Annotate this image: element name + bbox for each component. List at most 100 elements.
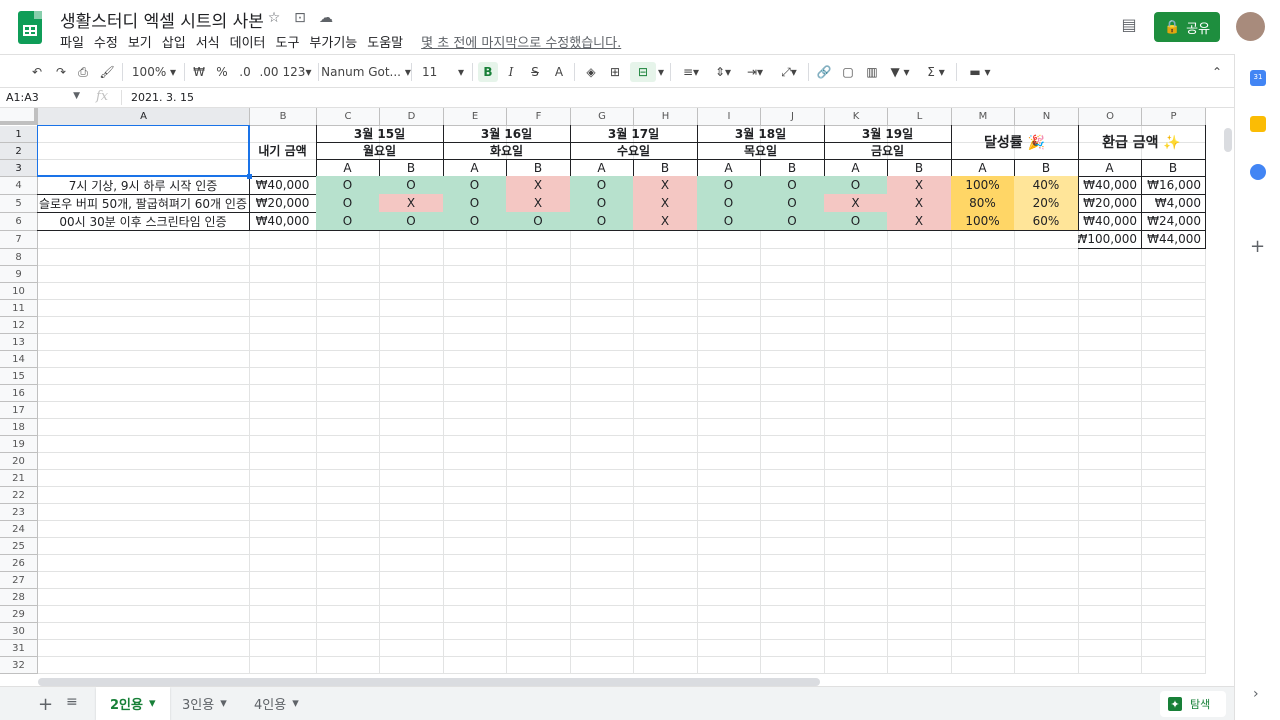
calendar-icon[interactable] [1250,70,1266,86]
rate-b[interactable]: 20% [1014,194,1079,213]
currency-format-button[interactable]: ₩ [190,62,208,82]
row-header[interactable]: 1 [0,126,38,143]
column-header[interactable]: C [317,108,380,126]
check-mark[interactable]: X [887,194,952,213]
zoom-select[interactable]: 100% ▾ [130,62,178,82]
check-mark[interactable]: O [697,194,761,213]
row-header[interactable]: 2 [0,143,38,160]
person-b-header[interactable]: B [887,159,952,177]
refund-header[interactable]: 환급 금액 ✨ [1078,125,1206,160]
person-a-header[interactable]: A [316,159,380,177]
check-mark[interactable]: O [443,176,507,195]
date-header[interactable]: 3월 17일 [570,125,698,143]
name-box-caret-icon[interactable]: ▼ [73,91,80,101]
row-header[interactable]: 10 [0,283,38,300]
insert-chart-icon[interactable]: ▥ [863,62,881,82]
row-header[interactable]: 18 [0,419,38,436]
column-header[interactable]: N [1015,108,1079,126]
check-mark[interactable]: O [760,176,825,195]
name-box[interactable]: A1:A3 ▼ [0,88,86,107]
selection-fill-handle[interactable] [247,174,252,179]
person-a-header[interactable]: A [951,159,1015,177]
sheet-tab-caret-icon[interactable]: ▾ [292,696,299,711]
date-header[interactable]: 3월 18일 [697,125,825,143]
decrease-decimal-button[interactable]: .0 [236,62,254,82]
menu-view[interactable]: 보기 [128,32,152,51]
check-mark[interactable]: O [760,212,825,231]
font-select[interactable]: Nanum Got... ▾ [321,62,411,82]
total-refund-b[interactable]: ₩44,000 [1141,230,1206,249]
sheet-tab-4[interactable]: 4인용 ▾ [240,687,313,720]
check-mark[interactable]: X [633,194,698,213]
rate-b[interactable]: 40% [1014,176,1079,195]
date-header[interactable]: 3월 15일 [316,125,444,143]
sheet-tab-2[interactable]: 2인용 ▾ [96,687,170,720]
check-mark[interactable]: X [633,176,698,195]
move-to-folder-icon[interactable]: ⊡ [292,10,308,26]
row-header[interactable]: 28 [0,589,38,606]
date-header[interactable]: 3월 19일 [824,125,952,143]
person-a-header[interactable]: A [697,159,761,177]
fill-color-icon[interactable]: ◈ [582,62,600,82]
spreadsheet-grid[interactable]: ABCDEFGHIJKLMNOP 1 2 3 4 5 6 7 8 9 10 11 12 13 14 15 16… [0,108,1234,676]
bet-amount[interactable]: ₩40,000 [249,212,317,231]
rate-b[interactable]: 60% [1014,212,1079,231]
column-header[interactable]: H [634,108,698,126]
row-header[interactable]: 12 [0,317,38,334]
column-header[interactable]: B [250,108,317,126]
person-b-header[interactable]: B [1014,159,1079,177]
text-color-button[interactable]: A [550,62,568,82]
person-a-header[interactable]: A [1078,159,1142,177]
avatar[interactable] [1236,12,1265,41]
menu-tools[interactable]: 도구 [276,32,300,51]
vertical-scrollbar[interactable] [1224,128,1232,152]
row-header[interactable]: 13 [0,334,38,351]
column-header[interactable]: E [444,108,507,126]
collapse-menu-icon[interactable]: ⌃ [1208,62,1226,82]
check-mark[interactable]: O [570,194,634,213]
row-header[interactable]: 8 [0,249,38,266]
person-a-header[interactable]: A [824,159,888,177]
check-mark[interactable]: O [379,212,444,231]
horizontal-scrollbar[interactable] [38,678,820,686]
menu-file[interactable]: 파일 [60,32,84,51]
star-icon[interactable]: ☆ [266,10,282,26]
row-header[interactable]: 17 [0,402,38,419]
day-header[interactable]: 월요일 [316,142,444,160]
row-header[interactable]: 32 [0,657,38,674]
day-header[interactable]: 화요일 [443,142,571,160]
row-header[interactable]: 9 [0,266,38,283]
row-header[interactable]: 22 [0,487,38,504]
check-mark[interactable]: O [697,176,761,195]
check-mark[interactable]: O [379,176,444,195]
font-size-select[interactable]: 11 ▾ [418,62,468,82]
borders-icon[interactable]: ⊞ [606,62,624,82]
tasks-icon[interactable] [1250,164,1266,180]
check-mark[interactable]: X [506,194,571,213]
text-wrap-icon[interactable]: ⇥▾ [742,62,768,82]
refund-b[interactable]: ₩4,000 [1141,194,1206,213]
explore-button[interactable]: ✦ 탐색 [1160,691,1226,717]
check-mark[interactable]: X [824,194,888,213]
menu-data[interactable]: 데이터 [230,32,266,51]
row-header[interactable]: 14 [0,351,38,368]
functions-icon[interactable]: Σ ▾ [922,62,950,82]
row-header[interactable]: 25 [0,538,38,555]
all-sheets-icon[interactable]: ≡ [66,694,78,710]
day-header[interactable]: 금요일 [824,142,952,160]
row-header[interactable]: 27 [0,572,38,589]
check-mark[interactable]: O [316,194,380,213]
row-header[interactable]: 24 [0,521,38,538]
menu-edit[interactable]: 수정 [94,32,118,51]
menu-help[interactable]: 도움말 [367,32,403,51]
check-mark[interactable]: O [506,212,571,231]
comment-history-icon[interactable]: ▤ [1118,15,1140,37]
more-formats-button[interactable]: 123 ▾ [282,62,312,82]
day-header[interactable]: 목요일 [697,142,825,160]
paint-format-icon[interactable]: 🖌 [98,62,116,82]
get-addons-icon[interactable]: + [1250,236,1265,257]
rate-a[interactable]: 80% [951,194,1015,213]
percent-format-button[interactable]: % [213,62,231,82]
print-icon[interactable]: ⎙ [74,62,92,82]
sheet-tab-caret-icon[interactable]: ▾ [149,696,156,711]
